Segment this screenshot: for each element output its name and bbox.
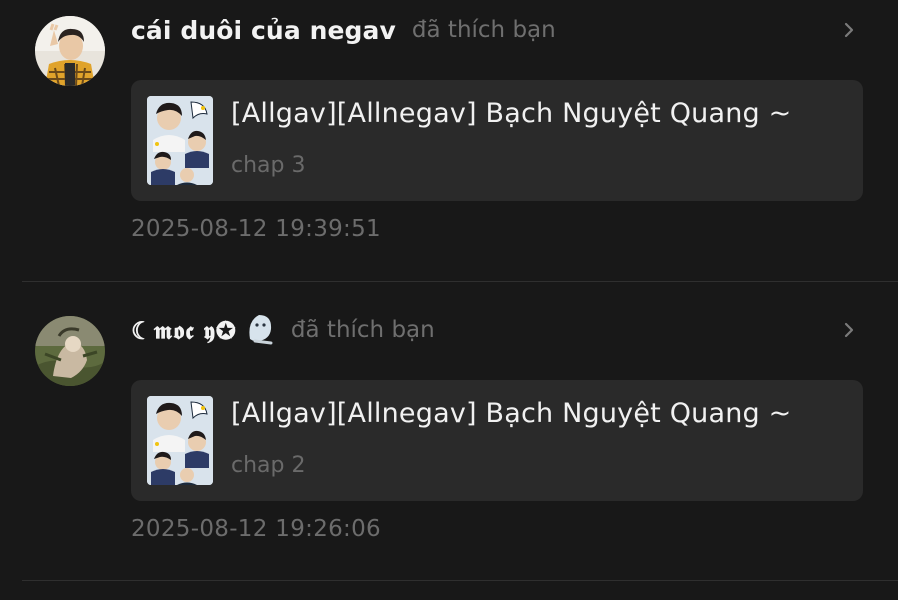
story-card[interactable]: [Allgav][Allnegav] Bạch Nguyệt Quang ~ c…: [131, 380, 863, 501]
story-cover-image: [147, 96, 213, 185]
chevron-right-icon[interactable]: [841, 20, 857, 40]
timestamp: 2025-08-12 19:26:06: [131, 516, 381, 542]
chapter-label: chap 2: [231, 453, 306, 478]
avatar[interactable]: [35, 316, 105, 386]
chevron-right-icon[interactable]: [841, 320, 857, 340]
action-text: đã thích bạn: [411, 17, 556, 43]
divider: [22, 580, 898, 581]
notification-item[interactable]: cái duôi của negav đã thích bạn [Allgav]…: [0, 0, 898, 290]
action-text: đã thích bạn: [290, 317, 435, 343]
avatar-image: [35, 16, 105, 86]
story-title: [Allgav][Allnegav] Bạch Nguyệt Quang ~: [231, 98, 792, 129]
timestamp: 2025-08-12 19:39:51: [131, 216, 381, 242]
notification-header: ☾𝖒𝖔𝖈 𝖞✪ đã thích bạn: [131, 312, 435, 348]
divider: [22, 281, 898, 282]
story-card[interactable]: [Allgav][Allnegav] Bạch Nguyệt Quang ~ c…: [131, 80, 863, 201]
notification-header: cái duôi của negav đã thích bạn: [131, 12, 556, 48]
avatar-image: [35, 316, 105, 386]
avatar[interactable]: [35, 16, 105, 86]
username[interactable]: cái duôi của negav: [131, 16, 396, 45]
story-cover-image: [147, 396, 213, 485]
username[interactable]: ☾𝖒𝖔𝖈 𝖞✪: [131, 316, 237, 345]
notification-item[interactable]: ☾𝖒𝖔𝖈 𝖞✪ đã thích bạn [Allgav][Allnegav] …: [0, 300, 898, 590]
ghost-sticker-icon: [245, 311, 275, 349]
story-title: [Allgav][Allnegav] Bạch Nguyệt Quang ~: [231, 398, 792, 429]
chapter-label: chap 3: [231, 153, 306, 178]
notification-list: cái duôi của negav đã thích bạn [Allgav]…: [0, 0, 898, 600]
